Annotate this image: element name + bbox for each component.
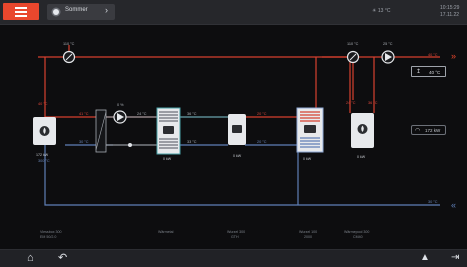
sensor-icon xyxy=(62,50,76,64)
bottom-bar: ⌂ ↶ ▲ ⇥ xyxy=(0,249,467,267)
temp-label: 30 °C xyxy=(428,200,438,204)
temp-label: 40 °C xyxy=(428,53,438,57)
unit4-power: 0 kW xyxy=(357,155,366,159)
device-label-line: CM40 xyxy=(353,235,363,239)
device-label-3: Wurzel 300 GTH xyxy=(227,230,245,239)
temp-label: 24 °C xyxy=(346,101,356,105)
device-label-line: 2000 xyxy=(304,235,312,239)
back-icon[interactable]: ↶ xyxy=(58,252,67,264)
device-icon xyxy=(163,126,174,134)
temp-label: 36 °C xyxy=(187,112,197,116)
temp-label: 30 °C xyxy=(79,140,89,144)
warning-icon[interactable]: ▲ xyxy=(420,252,430,264)
temp-label: 24 °C xyxy=(137,112,147,116)
device-label-line: Wärmetal xyxy=(158,230,174,234)
temp-label: 25 °C xyxy=(383,42,393,46)
device-label-line: Viessbox 300 xyxy=(40,230,62,234)
temp-label: 20 °C xyxy=(257,112,267,116)
boiler-unit[interactable] xyxy=(33,117,56,145)
pump-icon[interactable] xyxy=(113,110,127,124)
device-label-line: Wärmepool 300 xyxy=(344,230,369,234)
supply-pipes xyxy=(38,45,440,120)
heat-exchanger[interactable] xyxy=(95,109,107,153)
thermometer-icon: ↥ xyxy=(416,69,422,75)
boiler-temp: 300 °C xyxy=(38,159,50,163)
device-label-1: Viessbox 300 EM 50/2.0 xyxy=(40,230,62,239)
boiler-power: 172 kW xyxy=(36,153,49,157)
flow-value: 172 kW xyxy=(425,128,441,133)
device-label-line: Wurzel 300 xyxy=(227,230,245,234)
return-in-arrow-icon: « xyxy=(451,200,456,210)
device-icon xyxy=(304,125,316,133)
setpoint-value: 40 °C xyxy=(429,69,441,75)
temp-label: 33 °C xyxy=(187,140,197,144)
heat-unit-2[interactable] xyxy=(228,114,246,145)
temp-label: 41 °C xyxy=(79,112,89,116)
gauge-icon: ◠ xyxy=(415,128,421,134)
temp-label: 36 °C xyxy=(368,101,378,105)
sensor-icon xyxy=(346,50,360,64)
supply-out-arrow-icon: » xyxy=(451,51,456,61)
device-label-4: Wurzel 100 2000 xyxy=(299,230,317,239)
device-label-5: Wärmepool 300 CM40 xyxy=(344,230,369,239)
storage-tank[interactable] xyxy=(296,107,324,153)
logout-icon[interactable]: ⇥ xyxy=(451,252,459,264)
temp-label: 110 °C xyxy=(63,42,75,46)
device-label-line: EM 50/2.0 xyxy=(40,235,56,239)
device-label-line: Wurzel 100 xyxy=(299,230,317,234)
buffer-tank[interactable] xyxy=(156,107,181,155)
boiler-unit-right[interactable] xyxy=(351,113,374,148)
storage-power: 0 kW xyxy=(303,157,312,161)
temp-label: 110 °C xyxy=(347,42,359,46)
valve-icon xyxy=(128,143,132,147)
hydraulic-diagram: » « 110 °C 110 °C 25 °C 40 °C 40 °C 41 °… xyxy=(33,42,456,239)
neutral-pipes xyxy=(105,116,299,205)
pump-speed: 0 % xyxy=(117,103,124,107)
pump-icon[interactable] xyxy=(381,50,395,64)
temp-label: 40 °C xyxy=(38,102,48,106)
device-icon xyxy=(232,125,242,133)
flow-box[interactable]: ◠ 172 kW xyxy=(411,125,446,135)
buffer-power: 0 kW xyxy=(163,157,172,161)
setpoint-box[interactable]: ↥ 40 °C xyxy=(411,66,446,77)
temp-label: 20 °C xyxy=(257,140,267,144)
device-label-line: GTH xyxy=(231,235,239,239)
unit2-power: 0 kW xyxy=(233,154,242,158)
device-label-2: Wärmetal xyxy=(158,230,174,234)
home-icon[interactable]: ⌂ xyxy=(27,252,34,264)
